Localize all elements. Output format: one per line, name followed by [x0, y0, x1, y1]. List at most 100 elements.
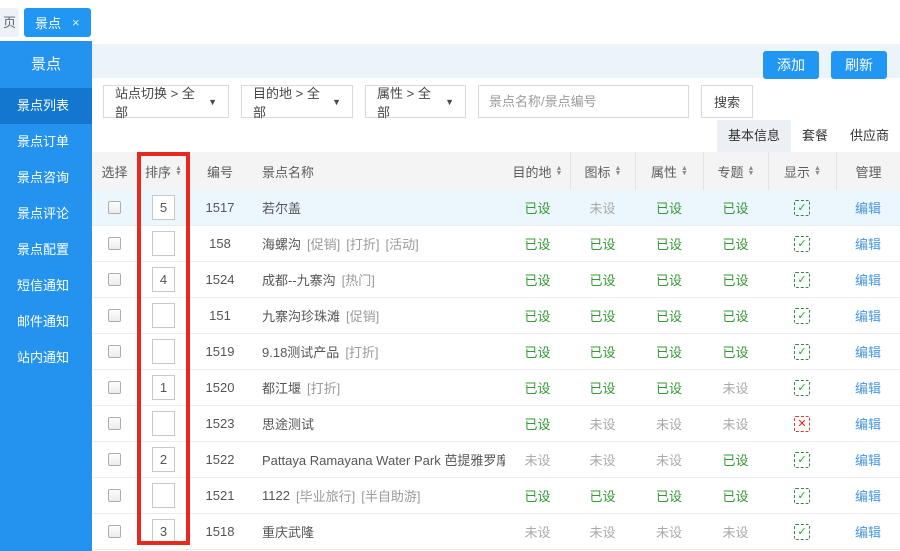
- topic-status: 已设: [703, 486, 768, 505]
- table-row: 158海螺沟[促销][打折][活动]已设已设已设已设✓编辑: [92, 226, 900, 262]
- column-header-label: 排序: [145, 162, 171, 181]
- tab-scenic[interactable]: 景点 ×: [24, 8, 91, 37]
- scenic-tag: [打折]: [345, 342, 378, 361]
- row-checkbox[interactable]: [108, 453, 121, 466]
- select-cell: [92, 201, 137, 214]
- column-header-show[interactable]: 显示▲▼: [768, 152, 836, 190]
- sort-icon[interactable]: ▲▼: [175, 166, 182, 176]
- scenic-id: 1518: [190, 524, 250, 539]
- row-checkbox[interactable]: [108, 381, 121, 394]
- sort-icon[interactable]: ▲▼: [556, 166, 563, 176]
- edit-link[interactable]: 编辑: [855, 270, 881, 289]
- sort-cell: 5: [137, 195, 190, 220]
- edit-link[interactable]: 编辑: [855, 306, 881, 325]
- edit-link[interactable]: 编辑: [855, 234, 881, 253]
- column-header-manage: 管理: [836, 152, 900, 190]
- sort-order-input[interactable]: 1: [152, 375, 175, 400]
- sort-order-input[interactable]: 5: [152, 195, 175, 220]
- sidebar-item-短信通知[interactable]: 短信通知: [0, 268, 92, 304]
- display-cross-icon[interactable]: ✕: [794, 416, 810, 432]
- sort-icon[interactable]: ▲▼: [814, 166, 821, 176]
- sort-order-input[interactable]: 2: [152, 447, 175, 472]
- column-header-dest[interactable]: 目的地▲▼: [505, 152, 570, 190]
- sidebar: 景点 景点列表景点订单景点咨询景点评论景点配置短信通知邮件通知站内通知: [0, 41, 92, 551]
- sort-order-input[interactable]: 3: [152, 519, 175, 544]
- keyword-search-input[interactable]: [478, 85, 689, 118]
- display-check-icon[interactable]: ✓: [794, 380, 810, 396]
- edit-link[interactable]: 编辑: [855, 342, 881, 361]
- display-check-icon[interactable]: ✓: [794, 524, 810, 540]
- row-checkbox[interactable]: [108, 201, 121, 214]
- sidebar-item-景点评论[interactable]: 景点评论: [0, 196, 92, 232]
- refresh-button[interactable]: 刷新: [831, 51, 887, 79]
- tab-基本信息[interactable]: 基本信息: [717, 120, 791, 152]
- edit-link[interactable]: 编辑: [855, 486, 881, 505]
- sort-order-input[interactable]: [152, 231, 175, 256]
- scenic-name: 重庆武隆: [262, 522, 314, 541]
- display-check-icon[interactable]: ✓: [794, 200, 810, 216]
- sidebar-item-景点配置[interactable]: 景点配置: [0, 232, 92, 268]
- edit-link[interactable]: 编辑: [855, 378, 881, 397]
- edit-link[interactable]: 编辑: [855, 450, 881, 469]
- row-checkbox[interactable]: [108, 309, 121, 322]
- scenic-name: 九寨沟珍珠滩: [262, 306, 340, 325]
- edit-link[interactable]: 编辑: [855, 414, 881, 433]
- edit-link[interactable]: 编辑: [855, 522, 881, 541]
- sort-icon[interactable]: ▲▼: [748, 166, 755, 176]
- display-check-icon[interactable]: ✓: [794, 344, 810, 360]
- sort-order-input[interactable]: [152, 339, 175, 364]
- scenic-id: 1522: [190, 452, 250, 467]
- scenic-name: 思途测试: [262, 414, 314, 433]
- row-checkbox[interactable]: [108, 237, 121, 250]
- icon-status: 已设: [570, 306, 635, 325]
- tab-供应商[interactable]: 供应商: [839, 120, 900, 152]
- display-cell: ✓: [768, 272, 836, 288]
- tab-partial[interactable]: 页: [0, 8, 19, 37]
- column-header-icon[interactable]: 图标▲▼: [570, 152, 635, 190]
- sidebar-item-站内通知[interactable]: 站内通知: [0, 340, 92, 376]
- row-checkbox[interactable]: [108, 417, 121, 430]
- tab-套餐[interactable]: 套餐: [791, 120, 839, 152]
- sidebar-item-景点列表[interactable]: 景点列表: [0, 88, 92, 124]
- column-header-topic[interactable]: 专题▲▼: [703, 152, 768, 190]
- attribute-filter-dropdown[interactable]: 属性 > 全部 ▼: [365, 85, 466, 118]
- sidebar-nav: 景点列表景点订单景点咨询景点评论景点配置短信通知邮件通知站内通知: [0, 88, 92, 376]
- row-checkbox[interactable]: [108, 525, 121, 538]
- row-checkbox[interactable]: [108, 489, 121, 502]
- display-check-icon[interactable]: ✓: [794, 236, 810, 252]
- sort-icon[interactable]: ▲▼: [681, 166, 688, 176]
- select-cell: [92, 417, 137, 430]
- main-content: 添加 刷新 站点切换 > 全部 ▼ 目的地 > 全部 ▼ 属性 > 全部 ▼ 搜…: [92, 41, 900, 551]
- sort-cell: 2: [137, 447, 190, 472]
- row-checkbox[interactable]: [108, 273, 121, 286]
- display-check-icon[interactable]: ✓: [794, 272, 810, 288]
- add-button[interactable]: 添加: [763, 51, 819, 79]
- column-header-sort[interactable]: 排序 ▲▼: [137, 152, 190, 190]
- display-check-icon[interactable]: ✓: [794, 452, 810, 468]
- search-button[interactable]: 搜索: [701, 85, 753, 118]
- sort-icon[interactable]: ▲▼: [615, 166, 622, 176]
- site-filter-dropdown[interactable]: 站点切换 > 全部 ▼: [103, 85, 229, 118]
- edit-link[interactable]: 编辑: [855, 198, 881, 217]
- sort-order-input[interactable]: [152, 483, 175, 508]
- column-header-attr[interactable]: 属性 ▲▼: [635, 152, 703, 190]
- column-header-label: 属性: [651, 162, 677, 181]
- attribute-status: 已设: [635, 486, 703, 505]
- close-icon[interactable]: ×: [72, 16, 80, 29]
- sort-order-input[interactable]: [152, 411, 175, 436]
- sidebar-item-邮件通知[interactable]: 邮件通知: [0, 304, 92, 340]
- table-row: 41524成都--九寨沟[热门]已设已设已设已设✓编辑: [92, 262, 900, 298]
- scenic-name-cell: 海螺沟[促销][打折][活动]: [250, 234, 505, 253]
- row-checkbox[interactable]: [108, 345, 121, 358]
- sidebar-item-景点咨询[interactable]: 景点咨询: [0, 160, 92, 196]
- sort-order-input[interactable]: 4: [152, 267, 175, 292]
- destination-filter-dropdown[interactable]: 目的地 > 全部 ▼: [241, 85, 353, 118]
- column-header-id: 编号: [190, 152, 250, 190]
- display-check-icon[interactable]: ✓: [794, 488, 810, 504]
- destination-status: 已设: [505, 306, 570, 325]
- attribute-status: 已设: [635, 378, 703, 397]
- display-cell: ✓: [768, 308, 836, 324]
- display-check-icon[interactable]: ✓: [794, 308, 810, 324]
- sort-order-input[interactable]: [152, 303, 175, 328]
- sidebar-item-景点订单[interactable]: 景点订单: [0, 124, 92, 160]
